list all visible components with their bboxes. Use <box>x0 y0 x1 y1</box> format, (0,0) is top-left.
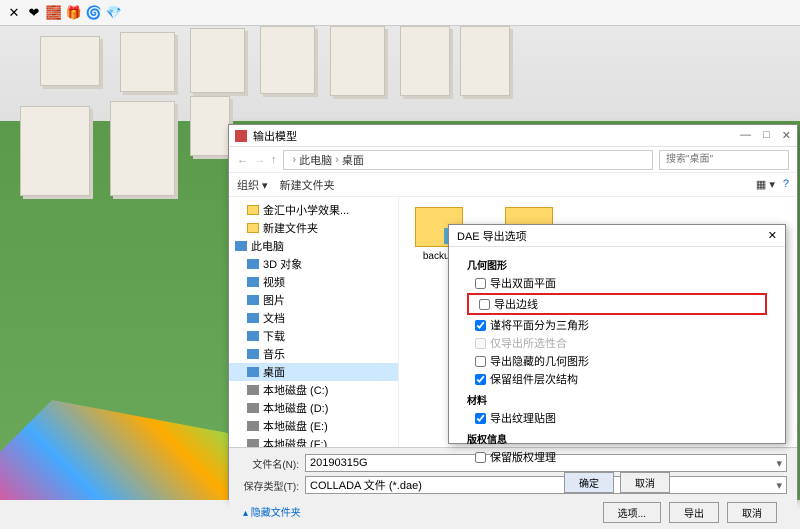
breadcrumb[interactable]: › 此电脑 › 桌面 <box>283 150 654 170</box>
option-checkbox[interactable]: 谨将平面分为三角形 <box>467 316 767 334</box>
option-checkbox[interactable]: 导出隐藏的几何图形 <box>467 352 767 370</box>
tool-icon-2[interactable]: ❤ <box>26 5 42 21</box>
tree-item[interactable]: 文档 <box>229 309 398 327</box>
dae-options-dialog: DAE 导出选项 ✕ 几何图形 导出双面平面导出边线谨将平面分为三角形仅导出所选… <box>448 224 786 444</box>
tool-icon-1[interactable]: ✕ <box>6 5 22 21</box>
tree-item[interactable]: 本地磁盘 (D:) <box>229 399 398 417</box>
new-folder-button[interactable]: 新建文件夹 <box>280 177 335 193</box>
material-section: 材料 <box>467 392 767 407</box>
tool-icon-4[interactable]: 🎁 <box>66 5 82 21</box>
export-button[interactable]: 导出 <box>669 502 719 523</box>
tool-icon-5[interactable]: 🌀 <box>86 5 102 21</box>
hide-folders-link[interactable]: ▴ 隐藏文件夹 <box>239 502 301 519</box>
colored-model <box>0 400 260 500</box>
maximize-icon[interactable]: □ <box>763 129 770 142</box>
nav-up-icon[interactable]: ↑ <box>271 154 277 166</box>
copyright-section: 版权信息 <box>467 431 767 446</box>
options-title: DAE 导出选项 <box>457 228 527 244</box>
option-checkbox[interactable]: 导出边线 <box>471 295 763 313</box>
filename-label: 文件名(N): <box>239 456 299 471</box>
nav-back-icon[interactable]: ← <box>237 154 248 166</box>
minimize-icon[interactable]: — <box>740 129 751 142</box>
main-toolbar: ✕ ❤ 🧱 🎁 🌀 💎 <box>0 0 800 26</box>
folder-tree[interactable]: 金汇中小学效果...新建文件夹此电脑3D 对象视频图片文档下载音乐桌面本地磁盘 … <box>229 197 399 447</box>
close-icon[interactable]: ✕ <box>782 129 791 142</box>
crumb-pc[interactable]: 此电脑 <box>299 152 332 168</box>
tree-item[interactable]: 桌面 <box>229 363 398 381</box>
search-input[interactable] <box>659 150 789 170</box>
option-checkbox[interactable]: 保留组件层次结构 <box>467 370 767 388</box>
tree-item[interactable]: 本地磁盘 (F:) <box>229 435 398 447</box>
tree-item[interactable]: 3D 对象 <box>229 255 398 273</box>
tree-item[interactable]: 本地磁盘 (E:) <box>229 417 398 435</box>
tree-item[interactable]: 音乐 <box>229 345 398 363</box>
option-checkbox: 仅导出所选性合 <box>467 334 767 352</box>
options-cancel-button[interactable]: 取消 <box>620 472 670 493</box>
export-textures-checkbox[interactable]: 导出纹理贴图 <box>467 409 767 427</box>
app-icon <box>235 130 247 142</box>
nav-fwd-icon[interactable]: → <box>254 154 265 166</box>
options-close-icon[interactable]: ✕ <box>768 229 777 242</box>
tool-icon-3[interactable]: 🧱 <box>46 5 62 21</box>
crumb-desktop[interactable]: 桌面 <box>342 152 364 168</box>
savetype-label: 保存类型(T): <box>239 478 299 493</box>
geometry-section: 几何图形 <box>467 257 767 272</box>
tree-item[interactable]: 本地磁盘 (C:) <box>229 381 398 399</box>
tree-item[interactable]: 新建文件夹 <box>229 219 398 237</box>
options-ok-button[interactable]: 确定 <box>564 472 614 493</box>
tree-item[interactable]: 下载 <box>229 327 398 345</box>
export-title: 输出模型 <box>253 128 297 144</box>
export-titlebar[interactable]: 输出模型 — □ ✕ <box>229 125 797 147</box>
tree-item[interactable]: 图片 <box>229 291 398 309</box>
help-icon[interactable]: ? <box>783 178 789 191</box>
tool-icon-6[interactable]: 💎 <box>106 5 122 21</box>
option-checkbox[interactable]: 导出双面平面 <box>467 274 767 292</box>
tree-item[interactable]: 此电脑 <box>229 237 398 255</box>
options-button[interactable]: 选项... <box>603 502 661 523</box>
cancel-button[interactable]: 取消 <box>727 502 777 523</box>
tree-item[interactable]: 金汇中小学效果... <box>229 201 398 219</box>
preserve-copyright-checkbox[interactable]: 保留版权埋理 <box>467 448 767 466</box>
tree-item[interactable]: 视频 <box>229 273 398 291</box>
view-icon[interactable]: ▦ ▾ <box>756 178 775 191</box>
organize-menu[interactable]: 组织 ▾ <box>237 177 268 193</box>
